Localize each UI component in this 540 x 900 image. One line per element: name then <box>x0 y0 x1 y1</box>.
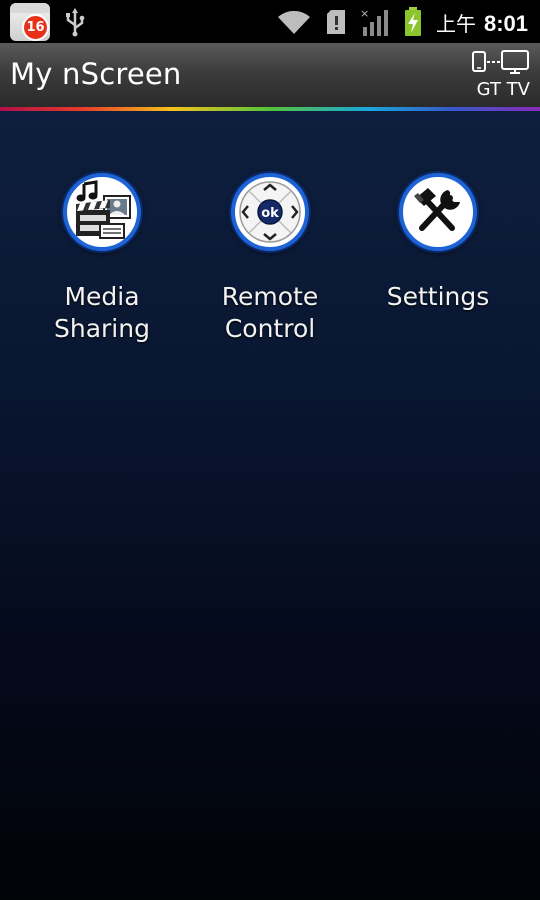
usb-icon <box>66 8 85 37</box>
ok-key-label: ok <box>261 206 279 221</box>
media-sharing-label-line1: Media <box>64 282 140 311</box>
settings-label: Settings <box>354 281 522 313</box>
sd-card-icon <box>326 10 345 34</box>
remote-control-icon: ok <box>231 173 309 251</box>
battery-charging-icon <box>404 7 421 36</box>
app-title: My nScreen <box>10 57 182 91</box>
remote-control-label: Remote Control <box>186 281 354 345</box>
title-bar: My nScreen GT TV <box>0 43 540 107</box>
status-bar-system: × 上午 8:01 <box>262 4 528 40</box>
media-sharing-icon <box>63 173 141 251</box>
time-value: 8:01 <box>483 10 528 36</box>
status-clock: 上午 8:01 <box>436 8 528 37</box>
phone-to-tv-icon <box>472 50 529 74</box>
calendar-notification-icon[interactable]: 16 <box>10 3 50 41</box>
media-sharing-label-line2: Sharing <box>54 314 150 343</box>
status-bar: 16 × 上午 8:01 <box>0 0 540 43</box>
time-period: 上午 <box>435 13 476 36</box>
notification-count-badge: 16 <box>22 14 49 41</box>
wifi-icon <box>277 10 310 34</box>
settings-button[interactable]: Settings <box>354 173 522 363</box>
remote-control-label-line2: Control <box>224 314 316 343</box>
media-sharing-button[interactable]: Media Sharing <box>18 173 186 363</box>
remote-control-label-line1: Remote <box>221 282 319 311</box>
main-menu: Media Sharing ok Remote Control Settings <box>0 111 540 900</box>
svg-text:×: × <box>360 7 369 20</box>
settings-icon <box>399 173 477 251</box>
settings-label-line1: Settings <box>386 282 490 311</box>
status-bar-notifications[interactable]: 16 <box>10 3 86 41</box>
connected-device-label: GT TV <box>476 79 530 100</box>
media-sharing-label: Media Sharing <box>18 281 186 345</box>
calendar-top <box>10 3 50 13</box>
connected-device-indicator[interactable]: GT TV <box>470 50 532 102</box>
screen: 16 × 上午 8:01 My nScreen GT TV Media Shar… <box>0 0 540 900</box>
signal-icon: × <box>360 7 388 36</box>
remote-control-button[interactable]: ok Remote Control <box>186 173 354 363</box>
